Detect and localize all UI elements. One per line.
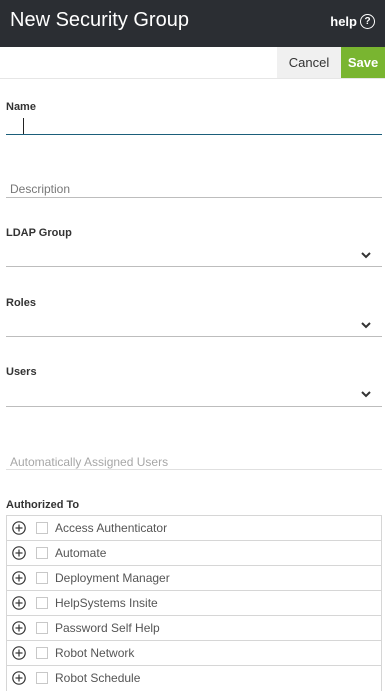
list-item: Robot Network	[7, 641, 381, 666]
help-circle-icon: ?	[360, 14, 375, 29]
list-item: Password Self Help	[7, 616, 381, 641]
list-item: HelpSystems Insite	[7, 591, 381, 616]
list-item: Robot Schedule	[7, 666, 381, 691]
expand-plus-icon[interactable]	[12, 596, 26, 610]
item-label: Automate	[55, 546, 107, 560]
item-label: Deployment Manager	[55, 571, 170, 585]
chevron-down-icon[interactable]	[360, 250, 372, 260]
chevron-down-icon[interactable]	[360, 389, 372, 399]
authorized-to-label: Authorized To	[6, 499, 80, 511]
item-checkbox[interactable]	[36, 672, 48, 684]
roles-label: Roles	[6, 297, 36, 309]
app-header: New Security Group help ?	[0, 0, 385, 47]
list-item: Automate	[7, 541, 381, 566]
description-placeholder: Description	[10, 182, 71, 196]
expand-plus-icon[interactable]	[12, 671, 26, 685]
description-underline	[6, 197, 382, 198]
auto-assigned-users-placeholder: Automatically Assigned Users	[10, 455, 169, 469]
item-checkbox[interactable]	[36, 572, 48, 584]
ldap-group-select[interactable]	[6, 242, 382, 266]
item-checkbox[interactable]	[36, 597, 48, 609]
help-link[interactable]: help ?	[330, 14, 375, 29]
list-item: Access Authenticator	[7, 516, 381, 541]
item-label: Robot Network	[55, 646, 135, 660]
name-input[interactable]	[6, 112, 382, 134]
item-checkbox[interactable]	[36, 622, 48, 634]
text-cursor	[23, 118, 24, 134]
item-checkbox[interactable]	[36, 522, 48, 534]
description-input[interactable]: Description	[6, 178, 382, 198]
item-label: Access Authenticator	[55, 521, 168, 535]
item-label: HelpSystems Insite	[55, 596, 158, 610]
item-label: Robot Schedule	[55, 671, 141, 685]
roles-select[interactable]	[6, 312, 382, 336]
list-item: Deployment Manager	[7, 566, 381, 591]
expand-plus-icon[interactable]	[12, 646, 26, 660]
action-bar: Cancel Save	[0, 47, 385, 79]
item-checkbox[interactable]	[36, 647, 48, 659]
users-select[interactable]	[6, 382, 382, 406]
auto-assigned-users-field: Automatically Assigned Users	[6, 452, 382, 470]
item-checkbox[interactable]	[36, 547, 48, 559]
ldap-group-underline	[6, 266, 382, 267]
help-label: help	[330, 14, 357, 29]
users-underline	[6, 406, 382, 407]
chevron-down-icon[interactable]	[360, 320, 372, 330]
expand-plus-icon[interactable]	[12, 546, 26, 560]
page-title: New Security Group	[10, 9, 189, 31]
cancel-button[interactable]: Cancel	[277, 47, 341, 78]
auto-assigned-users-underline	[6, 469, 382, 470]
ldap-group-label: LDAP Group	[6, 227, 72, 239]
authorized-to-list: Access Authenticator Automate Deployment…	[6, 515, 382, 691]
roles-underline	[6, 336, 382, 337]
name-underline	[6, 134, 382, 135]
save-button[interactable]: Save	[341, 47, 385, 78]
expand-plus-icon[interactable]	[12, 521, 26, 535]
expand-plus-icon[interactable]	[12, 621, 26, 635]
item-label: Password Self Help	[55, 621, 160, 635]
users-label: Users	[6, 366, 37, 378]
expand-plus-icon[interactable]	[12, 571, 26, 585]
